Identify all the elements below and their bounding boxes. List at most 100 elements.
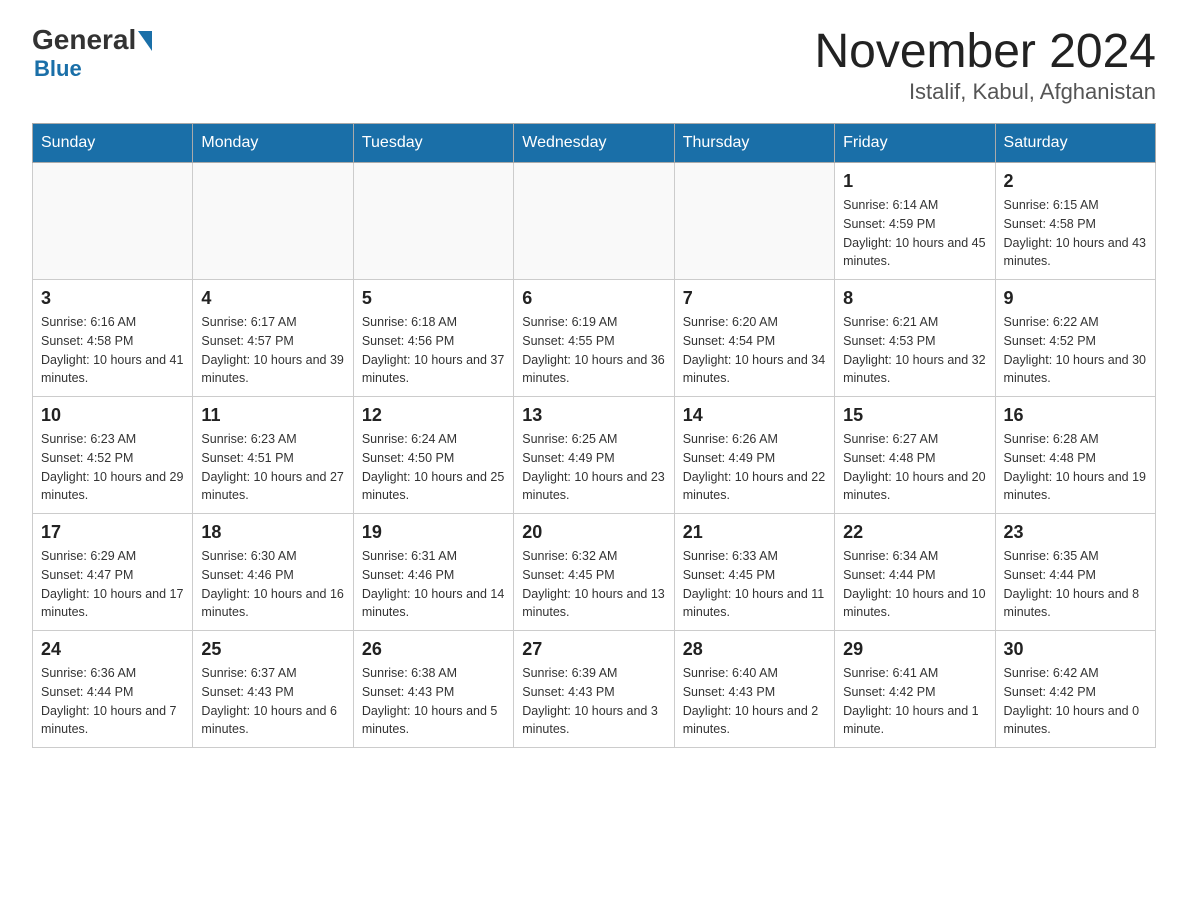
day-info: Sunrise: 6:20 AMSunset: 4:54 PMDaylight:… bbox=[683, 313, 826, 388]
calendar-cell bbox=[353, 163, 513, 280]
calendar-cell: 30Sunrise: 6:42 AMSunset: 4:42 PMDayligh… bbox=[995, 631, 1155, 748]
calendar-cell: 17 Sunrise: 6:29 AMSunset: 4:47 PMDayligh… bbox=[33, 514, 193, 631]
calendar-cell bbox=[514, 163, 674, 280]
day-number: 13 bbox=[522, 405, 665, 426]
day-info: Sunrise: 6:39 AMSunset: 4:43 PMDaylight:… bbox=[522, 664, 665, 739]
day-info: Sunrise: 6:38 AMSunset: 4:43 PMDaylight:… bbox=[362, 664, 505, 739]
calendar-cell: 3 Sunrise: 6:16 AMSunset: 4:58 PMDaylight… bbox=[33, 280, 193, 397]
day-info: Sunrise: 6:23 AMSunset: 4:52 PMDaylight:… bbox=[41, 430, 184, 505]
calendar-cell: 9Sunrise: 6:22 AMSunset: 4:52 PMDaylight… bbox=[995, 280, 1155, 397]
calendar-cell: 18 Sunrise: 6:30 AMSunset: 4:46 PMDayligh… bbox=[193, 514, 353, 631]
day-number: 20 bbox=[522, 522, 665, 543]
day-info: Sunrise: 6:17 AMSunset: 4:57 PMDaylight:… bbox=[201, 313, 344, 388]
day-number: 14 bbox=[683, 405, 826, 426]
day-info: Sunrise: 6:21 AMSunset: 4:53 PMDaylight:… bbox=[843, 313, 986, 388]
calendar-cell: 15 Sunrise: 6:27 AMSunset: 4:48 PMDayligh… bbox=[835, 397, 995, 514]
day-info: Sunrise: 6:23 AMSunset: 4:51 PMDaylight:… bbox=[201, 430, 344, 505]
calendar-body: 1 Sunrise: 6:14 AMSunset: 4:59 PMDaylight… bbox=[33, 163, 1156, 748]
calendar-cell: 4 Sunrise: 6:17 AMSunset: 4:57 PMDaylight… bbox=[193, 280, 353, 397]
week-row-3: 10 Sunrise: 6:23 AMSunset: 4:52 PMDayligh… bbox=[33, 397, 1156, 514]
calendar-cell: 2 Sunrise: 6:15 AMSunset: 4:58 PMDaylight… bbox=[995, 163, 1155, 280]
day-info: Sunrise: 6:33 AMSunset: 4:45 PMDaylight:… bbox=[683, 547, 826, 622]
logo-arrow-icon bbox=[138, 31, 152, 51]
day-of-week-monday: Monday bbox=[193, 124, 353, 163]
day-of-week-friday: Friday bbox=[835, 124, 995, 163]
day-number: 21 bbox=[683, 522, 826, 543]
calendar-subtitle: Istalif, Kabul, Afghanistan bbox=[814, 79, 1156, 105]
day-number: 11 bbox=[201, 405, 344, 426]
calendar-cell bbox=[193, 163, 353, 280]
day-info: Sunrise: 6:29 AMSunset: 4:47 PMDaylight:… bbox=[41, 547, 184, 622]
calendar-cell: 13 Sunrise: 6:25 AMSunset: 4:49 PMDayligh… bbox=[514, 397, 674, 514]
day-number: 3 bbox=[41, 288, 184, 309]
calendar-cell: 12 Sunrise: 6:24 AMSunset: 4:50 PMDayligh… bbox=[353, 397, 513, 514]
logo-general-text: General bbox=[32, 24, 136, 56]
day-of-week-sunday: Sunday bbox=[33, 124, 193, 163]
week-row-2: 3 Sunrise: 6:16 AMSunset: 4:58 PMDaylight… bbox=[33, 280, 1156, 397]
day-number: 15 bbox=[843, 405, 986, 426]
calendar-header: SundayMondayTuesdayWednesdayThursdayFrid… bbox=[33, 124, 1156, 163]
calendar-cell: 7 Sunrise: 6:20 AMSunset: 4:54 PMDaylight… bbox=[674, 280, 834, 397]
header-row: SundayMondayTuesdayWednesdayThursdayFrid… bbox=[33, 124, 1156, 163]
day-info: Sunrise: 6:32 AMSunset: 4:45 PMDaylight:… bbox=[522, 547, 665, 622]
day-info: Sunrise: 6:37 AMSunset: 4:43 PMDaylight:… bbox=[201, 664, 344, 739]
day-info: Sunrise: 6:26 AMSunset: 4:49 PMDaylight:… bbox=[683, 430, 826, 505]
day-number: 9 bbox=[1004, 288, 1147, 309]
day-number: 23 bbox=[1004, 522, 1147, 543]
day-info: Sunrise: 6:25 AMSunset: 4:49 PMDaylight:… bbox=[522, 430, 665, 505]
day-number: 30 bbox=[1004, 639, 1147, 660]
day-of-week-saturday: Saturday bbox=[995, 124, 1155, 163]
day-info: Sunrise: 6:15 AMSunset: 4:58 PMDaylight:… bbox=[1004, 196, 1147, 271]
day-number: 10 bbox=[41, 405, 184, 426]
day-info: Sunrise: 6:16 AMSunset: 4:58 PMDaylight:… bbox=[41, 313, 184, 388]
day-number: 25 bbox=[201, 639, 344, 660]
day-number: 16 bbox=[1004, 405, 1147, 426]
day-number: 12 bbox=[362, 405, 505, 426]
calendar-cell: 29 Sunrise: 6:41 AMSunset: 4:42 PMDayligh… bbox=[835, 631, 995, 748]
calendar-cell: 1 Sunrise: 6:14 AMSunset: 4:59 PMDaylight… bbox=[835, 163, 995, 280]
day-number: 28 bbox=[683, 639, 826, 660]
day-number: 18 bbox=[201, 522, 344, 543]
calendar-cell bbox=[33, 163, 193, 280]
day-info: Sunrise: 6:41 AMSunset: 4:42 PMDaylight:… bbox=[843, 664, 986, 739]
day-number: 17 bbox=[41, 522, 184, 543]
calendar-cell: 24 Sunrise: 6:36 AMSunset: 4:44 PMDayligh… bbox=[33, 631, 193, 748]
calendar-cell: 5Sunrise: 6:18 AMSunset: 4:56 PMDaylight… bbox=[353, 280, 513, 397]
calendar-cell: 20 Sunrise: 6:32 AMSunset: 4:45 PMDayligh… bbox=[514, 514, 674, 631]
calendar-cell: 14 Sunrise: 6:26 AMSunset: 4:49 PMDayligh… bbox=[674, 397, 834, 514]
logo-top: General bbox=[32, 24, 152, 56]
day-number: 22 bbox=[843, 522, 986, 543]
day-number: 4 bbox=[201, 288, 344, 309]
day-info: Sunrise: 6:30 AMSunset: 4:46 PMDaylight:… bbox=[201, 547, 344, 622]
day-info: Sunrise: 6:24 AMSunset: 4:50 PMDaylight:… bbox=[362, 430, 505, 505]
day-info: Sunrise: 6:19 AMSunset: 4:55 PMDaylight:… bbox=[522, 313, 665, 388]
calendar-cell bbox=[674, 163, 834, 280]
week-row-4: 17 Sunrise: 6:29 AMSunset: 4:47 PMDayligh… bbox=[33, 514, 1156, 631]
day-number: 24 bbox=[41, 639, 184, 660]
day-info: Sunrise: 6:34 AMSunset: 4:44 PMDaylight:… bbox=[843, 547, 986, 622]
day-info: Sunrise: 6:35 AMSunset: 4:44 PMDaylight:… bbox=[1004, 547, 1147, 622]
day-number: 26 bbox=[362, 639, 505, 660]
calendar-cell: 10 Sunrise: 6:23 AMSunset: 4:52 PMDayligh… bbox=[33, 397, 193, 514]
calendar-cell: 19Sunrise: 6:31 AMSunset: 4:46 PMDayligh… bbox=[353, 514, 513, 631]
calendar-table: SundayMondayTuesdayWednesdayThursdayFrid… bbox=[32, 123, 1156, 748]
day-info: Sunrise: 6:18 AMSunset: 4:56 PMDaylight:… bbox=[362, 313, 505, 388]
day-number: 7 bbox=[683, 288, 826, 309]
calendar-cell: 28 Sunrise: 6:40 AMSunset: 4:43 PMDayligh… bbox=[674, 631, 834, 748]
page-header: General Blue November 2024 Istalif, Kabu… bbox=[32, 24, 1156, 105]
calendar-cell: 26 Sunrise: 6:38 AMSunset: 4:43 PMDayligh… bbox=[353, 631, 513, 748]
calendar-cell: 8Sunrise: 6:21 AMSunset: 4:53 PMDaylight… bbox=[835, 280, 995, 397]
day-info: Sunrise: 6:36 AMSunset: 4:44 PMDaylight:… bbox=[41, 664, 184, 739]
title-section: November 2024 Istalif, Kabul, Afghanista… bbox=[814, 24, 1156, 105]
day-info: Sunrise: 6:40 AMSunset: 4:43 PMDaylight:… bbox=[683, 664, 826, 739]
calendar-cell: 16 Sunrise: 6:28 AMSunset: 4:48 PMDayligh… bbox=[995, 397, 1155, 514]
day-info: Sunrise: 6:27 AMSunset: 4:48 PMDaylight:… bbox=[843, 430, 986, 505]
day-info: Sunrise: 6:28 AMSunset: 4:48 PMDaylight:… bbox=[1004, 430, 1147, 505]
day-of-week-tuesday: Tuesday bbox=[353, 124, 513, 163]
day-info: Sunrise: 6:14 AMSunset: 4:59 PMDaylight:… bbox=[843, 196, 986, 271]
day-number: 2 bbox=[1004, 171, 1147, 192]
day-number: 29 bbox=[843, 639, 986, 660]
logo-blue-text: Blue bbox=[34, 56, 82, 82]
day-number: 19 bbox=[362, 522, 505, 543]
day-number: 1 bbox=[843, 171, 986, 192]
